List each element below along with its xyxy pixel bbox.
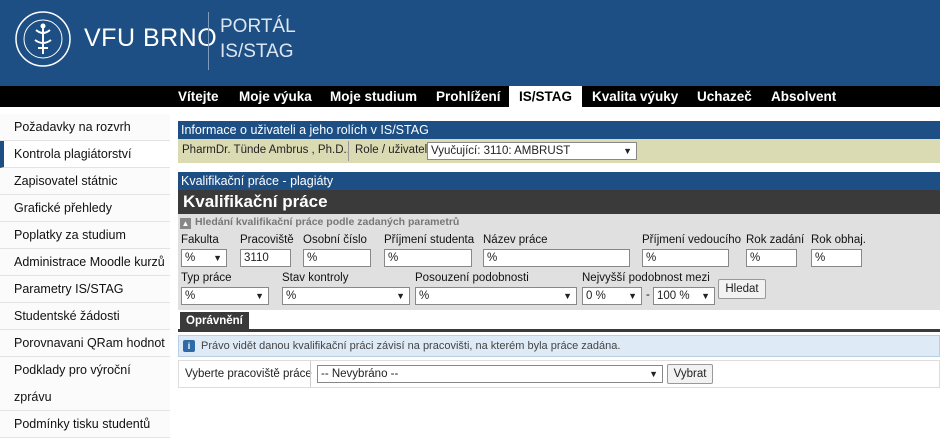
nav-item-uchazec[interactable]: Uchazeč	[687, 86, 762, 107]
fakulta-value: %	[185, 252, 196, 264]
sidebar-item-moodle[interactable]: Administrace Moodle kurzů	[0, 249, 170, 276]
label-nazev-prace: Název práce	[483, 234, 548, 246]
header: VFU BRNO PORTÁL IS/STAG	[0, 0, 940, 86]
label-pracoviste: Pracoviště	[240, 234, 294, 246]
chevron-down-icon: ▼	[563, 291, 572, 301]
info-message: i Právo vidět danou kvalifikační práci z…	[178, 335, 940, 357]
sidebar-item-parametry[interactable]: Parametry IS/STAG	[0, 276, 170, 303]
brand-title: VFU BRNO	[84, 24, 218, 52]
label-prijmeni-studenta: Příjmení studenta	[384, 234, 475, 246]
label-podobnost: Nejvyšší podobnost mezi	[582, 272, 710, 284]
typ-prace-value: %	[185, 290, 196, 302]
label-rok-obhaj: Rok obhaj.	[811, 234, 866, 246]
sidebar-item-podklady[interactable]: Podklady pro výroční zprávu	[0, 357, 170, 411]
search-header[interactable]: ▲ Hledání kvalifikační práce podle zadaný…	[180, 216, 459, 229]
page-title: Kvalifikační práce	[178, 190, 940, 214]
label-stav-kontroly: Stav kontroly	[282, 272, 349, 284]
chevron-down-icon: ▼	[255, 291, 264, 301]
collapse-icon[interactable]: ▲	[180, 218, 191, 229]
userinfo-title: Informace o uživateli a jeho rolích v IS…	[178, 121, 940, 139]
prijmeni-vedouciho-input[interactable]: %	[642, 249, 729, 267]
workplace-divider	[310, 361, 311, 387]
nav-item-prohlizeni[interactable]: Prohlížení	[426, 86, 511, 107]
main-panel: Informace o uživateli a jeho rolích v IS…	[178, 121, 940, 388]
sidebar-item-pozadavky[interactable]: Požadavky na rozvrh	[0, 114, 170, 141]
search-form: ▲ Hledání kvalifikační práce podle zadaný…	[178, 214, 940, 310]
chevron-down-icon: ▼	[649, 369, 658, 379]
university-seal-icon[interactable]	[14, 10, 72, 68]
portal-title: PORTÁL IS/STAG	[220, 14, 296, 64]
section-bar-title: Kvalifikační práce - plagiáty	[178, 172, 940, 190]
podobnost-from-value: 0 %	[586, 290, 606, 302]
sidebar: Požadavky na rozvrh Kontrola plagiátorst…	[0, 114, 170, 438]
chevron-down-icon: ▼	[623, 146, 632, 156]
nav-item-vitejte[interactable]: Vítejte	[168, 86, 229, 107]
portal-line-1: PORTÁL	[220, 16, 296, 37]
prijmeni-studenta-input[interactable]: %	[384, 249, 472, 267]
user-name: PharmDr. Tünde Ambrus , Ph.D.,	[182, 144, 350, 156]
podobnost-to-value: 100 %	[657, 290, 690, 302]
rok-obhaj-input[interactable]: %	[811, 249, 862, 267]
pracoviste-input[interactable]: 3110	[240, 249, 291, 267]
sidebar-item-podminky-tisku[interactable]: Podmínky tisku studentů	[0, 411, 170, 438]
userinfo-divider	[348, 141, 349, 161]
label-typ-prace: Typ práce	[181, 272, 232, 284]
stav-kontroly-select[interactable]: % ▼	[282, 287, 410, 305]
portal-line-2: IS/STAG	[220, 41, 294, 62]
choose-button[interactable]: Vybrat	[667, 364, 713, 384]
role-select[interactable]: Vyučující: 3110: AMBRUST ▼	[427, 142, 637, 160]
label-rok-zadani: Rok zadání	[746, 234, 805, 246]
chevron-down-icon: ▼	[213, 253, 222, 263]
nav-item-moje-studium[interactable]: Moje studium	[320, 86, 427, 107]
role-select-value: Vyučující: 3110: AMBRUST	[431, 145, 571, 157]
sidebar-item-kontrola-plagiatorstvi[interactable]: Kontrola plagiátorství	[0, 141, 170, 168]
sidebar-item-zapisovatel[interactable]: Zapisovatel státnic	[0, 168, 170, 195]
info-icon: i	[183, 340, 195, 352]
search-button[interactable]: Hledat	[718, 279, 766, 299]
posouzeni-select[interactable]: % ▼	[415, 287, 577, 305]
workplace-label: Vyberte pracoviště práce	[185, 368, 312, 380]
search-header-label: Hledání kvalifikační práce podle zadanýc…	[195, 216, 460, 228]
sidebar-item-graficke-prehledy[interactable]: Grafické přehledy	[0, 195, 170, 222]
sidebar-item-zadosti[interactable]: Studentské žádosti	[0, 303, 170, 330]
nazev-prace-input[interactable]: %	[483, 249, 630, 267]
label-fakulta: Fakulta	[181, 234, 219, 246]
role-label: Role / uživatel	[355, 144, 428, 156]
podobnost-from-select[interactable]: 0 % ▼	[582, 287, 642, 305]
chevron-down-icon: ▼	[396, 291, 405, 301]
nav-item-kvalita-vyuky[interactable]: Kvalita výuky	[582, 86, 688, 107]
fakulta-select[interactable]: % ▼	[181, 249, 227, 267]
chevron-down-icon: ▼	[701, 291, 710, 301]
osobni-cislo-input[interactable]: %	[303, 249, 371, 267]
tab-bar: Oprávnění	[178, 310, 940, 332]
rok-zadani-input[interactable]: %	[746, 249, 797, 267]
chevron-down-icon: ▼	[628, 291, 637, 301]
label-osobni-cislo: Osobní číslo	[303, 234, 367, 246]
label-posouzeni: Posouzení podobnosti	[415, 272, 529, 284]
podobnost-dash: -	[646, 289, 650, 301]
sidebar-item-poplatky[interactable]: Poplatky za studium	[0, 222, 170, 249]
sidebar-item-qram[interactable]: Porovnavani QRam hodnot	[0, 330, 170, 357]
podobnost-to-select[interactable]: 100 % ▼	[653, 287, 715, 305]
info-text: Právo vidět danou kvalifikační práci záv…	[201, 340, 621, 352]
nav-item-absolvent[interactable]: Absolvent	[761, 86, 846, 107]
posouzeni-value: %	[419, 290, 430, 302]
userinfo-row: PharmDr. Tünde Ambrus , Ph.D., Role / už…	[178, 139, 940, 163]
nav-item-is-stag[interactable]: IS/STAG	[509, 86, 583, 107]
workplace-select[interactable]: -- Nevybráno -- ▼	[317, 365, 663, 383]
label-prijmeni-vedouciho: Příjmení vedoucího	[642, 234, 742, 246]
tab-opravneni[interactable]: Oprávnění	[180, 312, 249, 331]
typ-prace-select[interactable]: % ▼	[181, 287, 269, 305]
top-navigation: Vítejte Moje výuka Moje studium Prohlíže…	[0, 86, 940, 107]
nav-item-moje-vyuka[interactable]: Moje výuka	[229, 86, 322, 107]
header-divider	[208, 12, 209, 70]
stav-kontroly-value: %	[286, 290, 297, 302]
workplace-row: Vyberte pracoviště práce -- Nevybráno --…	[178, 360, 940, 388]
workplace-select-value: -- Nevybráno --	[321, 368, 399, 380]
